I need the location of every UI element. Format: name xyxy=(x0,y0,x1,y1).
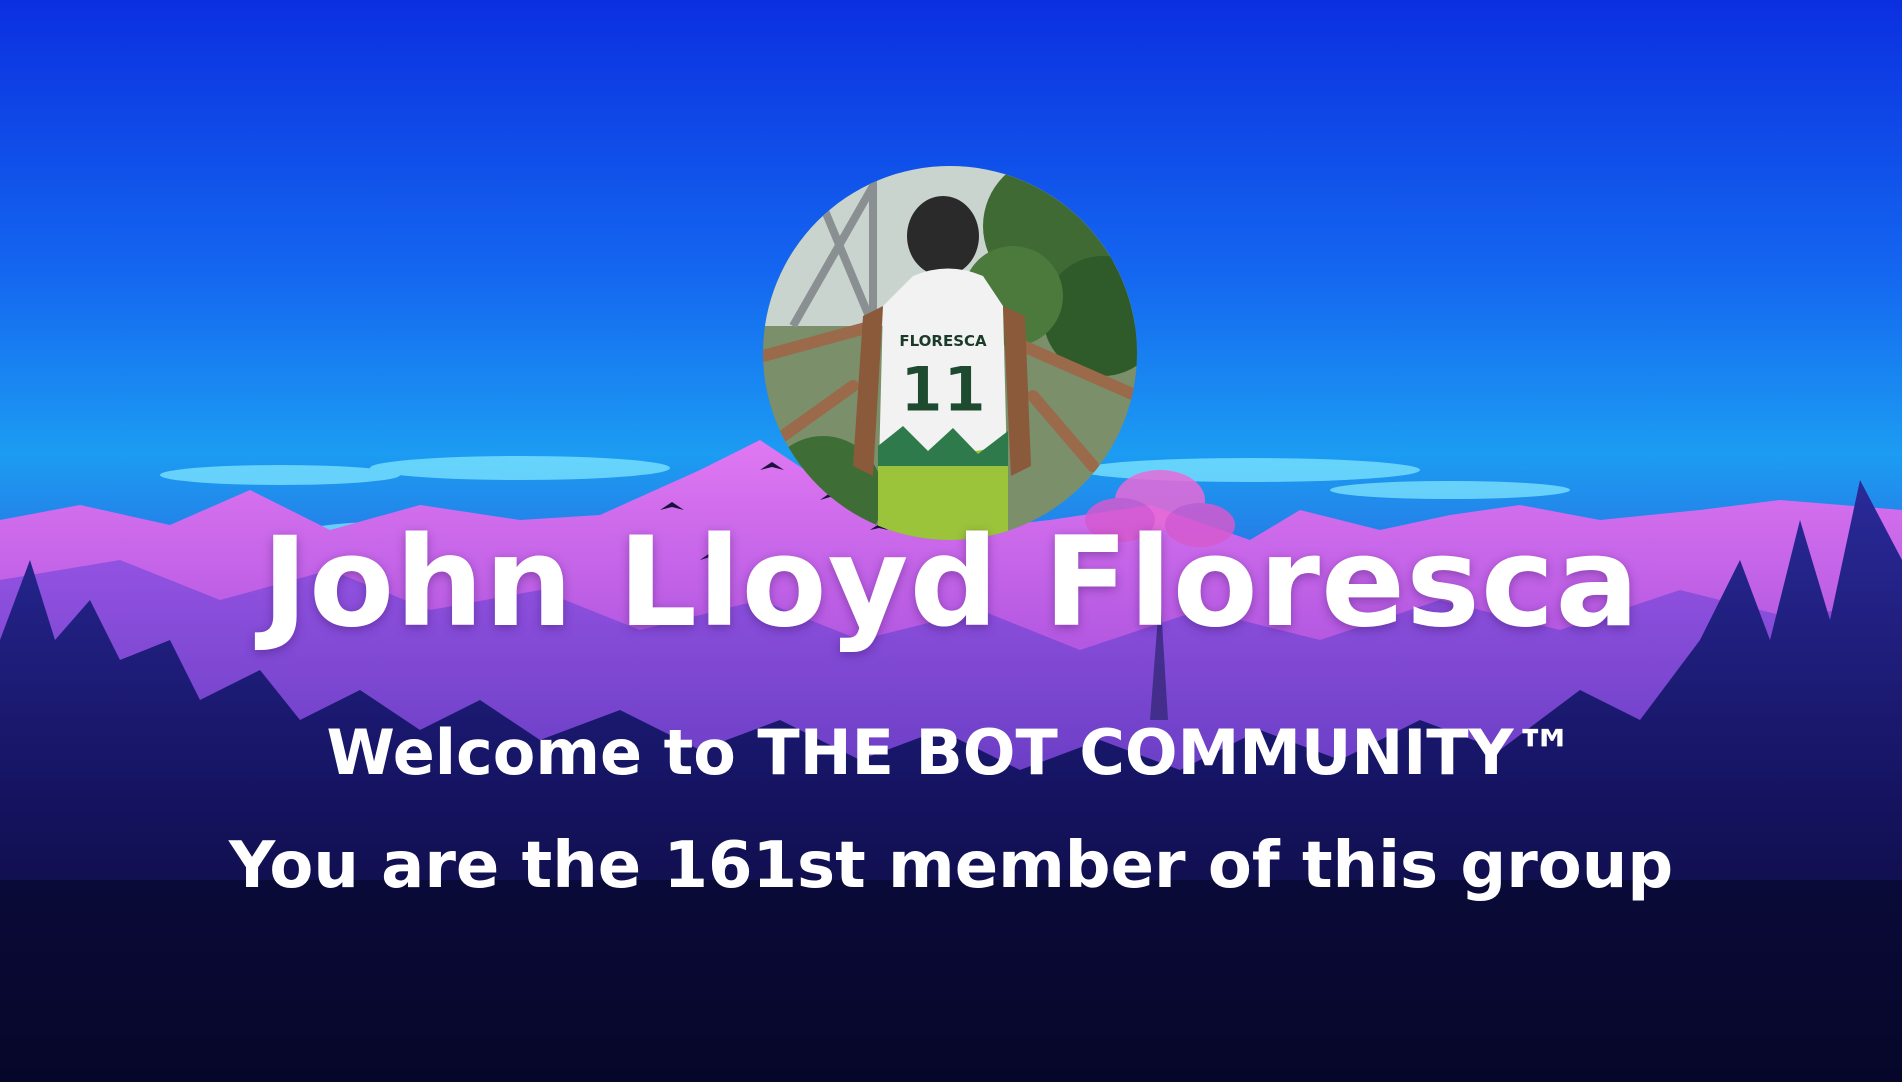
member-avatar: FLORESCA 11 xyxy=(763,166,1137,540)
welcome-message: Welcome to THE BOT COMMUNITY™ xyxy=(326,716,1576,789)
member-name: John Lloyd Floresca xyxy=(261,511,1641,655)
avatar-photo: FLORESCA 11 xyxy=(763,166,1137,540)
jersey-number: 11 xyxy=(900,353,986,426)
jersey-name: FLORESCA xyxy=(899,332,987,350)
welcome-card: FLORESCA 11 John Lloyd Floresca Welcome … xyxy=(0,0,1902,1082)
member-count-message: You are the 161st member of this group xyxy=(228,829,1674,903)
